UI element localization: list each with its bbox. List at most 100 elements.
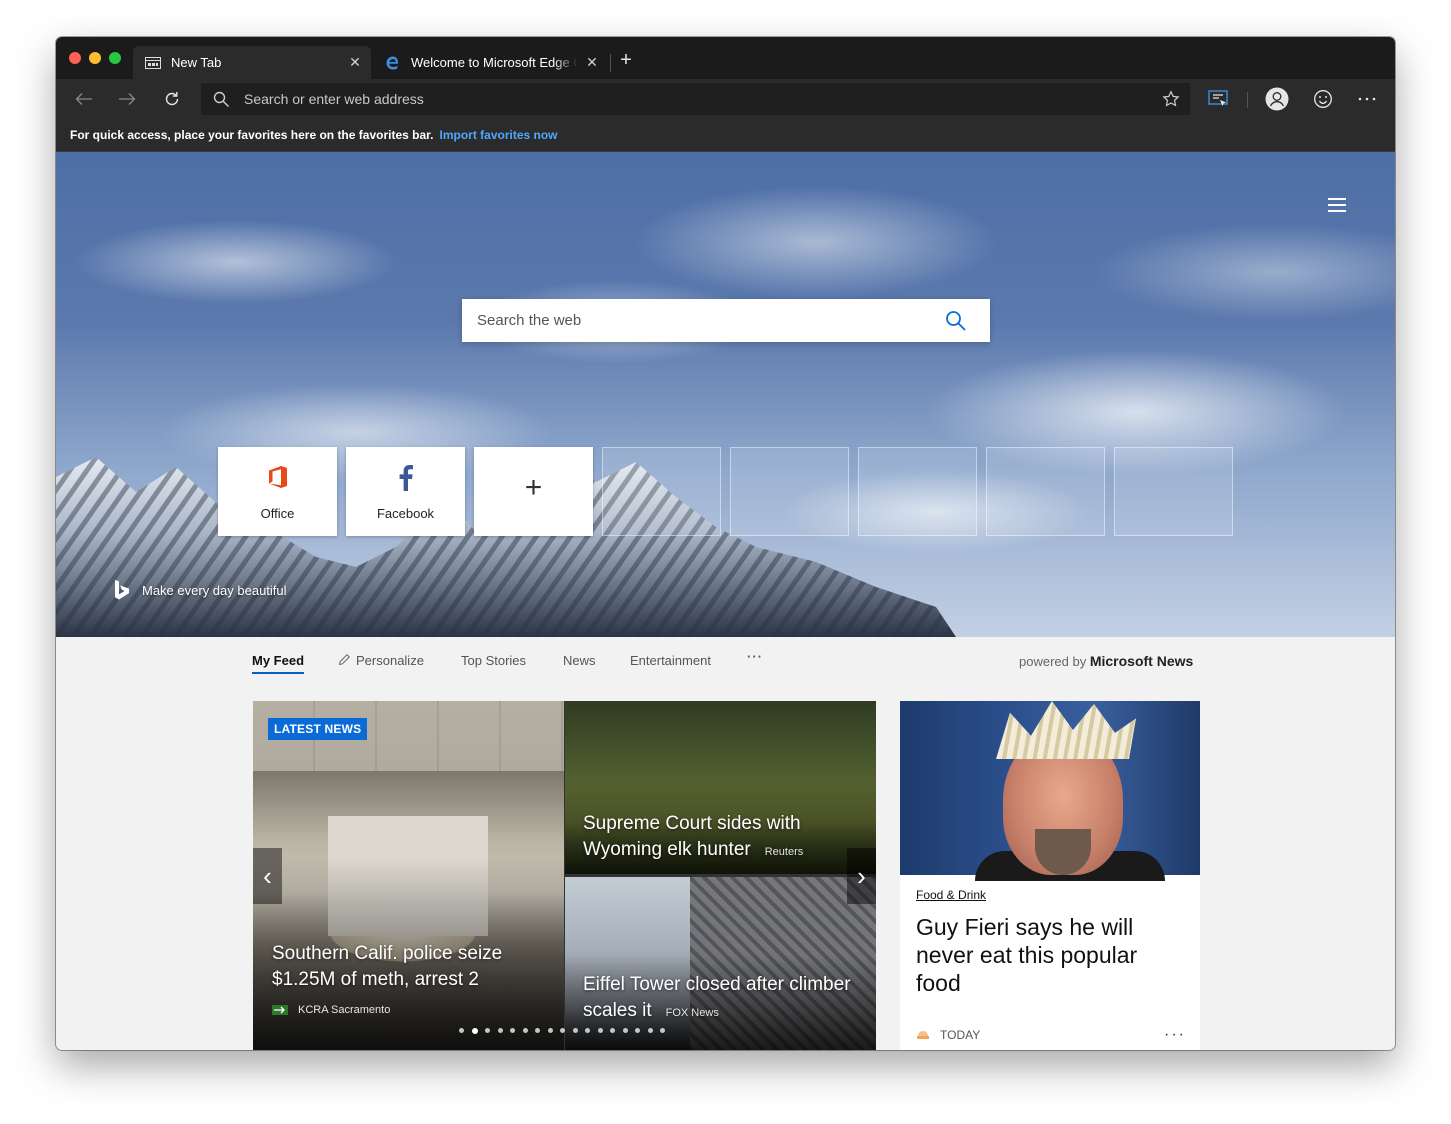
tab-my-feed[interactable]: My Feed	[252, 653, 305, 674]
refresh-button[interactable]	[158, 85, 186, 113]
tile-label: Facebook	[376, 506, 435, 521]
feedback-button[interactable]	[1309, 85, 1337, 113]
tab-personalize[interactable]: Personalize	[338, 653, 424, 668]
tab-welcome[interactable]: Welcome to Microsoft Edge Canary Channel…	[373, 46, 608, 79]
tab-top-stories[interactable]: Top Stories	[461, 653, 526, 668]
smiley-icon	[1314, 90, 1332, 108]
empty-tile[interactable]	[986, 447, 1105, 536]
carousel-dot[interactable]	[522, 1028, 528, 1033]
hamburger-menu-button[interactable]	[1326, 195, 1350, 215]
hero-background: Office Facebook + Make every day beautif…	[56, 152, 1395, 637]
story-card-elk[interactable]: Supreme Court sides with Wyoming elk hun…	[565, 701, 876, 874]
kcra-logo-icon	[272, 1005, 288, 1015]
carousel-dot[interactable]	[585, 1028, 590, 1033]
carousel-dot[interactable]	[471, 1028, 478, 1034]
close-window-button[interactable]	[69, 52, 81, 64]
add-icon: +	[524, 471, 543, 504]
carousel-dot[interactable]	[660, 1028, 665, 1033]
close-tab-icon[interactable]: ✕	[584, 54, 600, 71]
web-search-input[interactable]	[477, 299, 937, 342]
tile-facebook[interactable]: Facebook	[346, 447, 465, 536]
story-headline[interactable]: Guy Fieri says he will never eat this po…	[916, 913, 1176, 997]
new-tab-button[interactable]: +	[616, 50, 636, 72]
story-source-name: FOX News	[665, 1007, 719, 1019]
bing-logo-icon	[115, 580, 129, 600]
bing-image-info[interactable]: Make every day beautiful	[114, 580, 287, 600]
empty-tile[interactable]	[730, 447, 849, 536]
carousel-dot[interactable]	[610, 1028, 615, 1033]
close-tab-icon[interactable]: ✕	[347, 54, 363, 71]
collections-button[interactable]	[1204, 85, 1232, 113]
carousel-dot[interactable]	[535, 1028, 540, 1033]
carousel-dot[interactable]	[647, 1028, 653, 1033]
feed-navigation: My Feed Personalize Top Stories News Ent…	[56, 637, 1395, 687]
carousel-dot[interactable]	[497, 1028, 503, 1033]
story-card-meth[interactable]: LATEST NEWS Southern Calif. police seize…	[253, 701, 564, 1050]
tab-separator	[610, 54, 611, 72]
newtab-icon	[145, 56, 161, 70]
powered-by: powered by Microsoft News	[1019, 653, 1193, 669]
tab-entertainment[interactable]: Entertainment	[630, 653, 711, 668]
story-card-guy-fieri[interactable]: Food & Drink Guy Fieri says he will neve…	[900, 701, 1200, 1050]
more-feed-tabs-button[interactable]: ···	[747, 649, 763, 664]
story-source: KCRA Sacramento	[272, 1004, 390, 1016]
search-icon[interactable]	[945, 310, 966, 331]
zoom-window-button[interactable]	[109, 52, 121, 64]
back-button[interactable]	[70, 85, 98, 113]
tile-office[interactable]: Office	[218, 447, 337, 536]
carousel-dot[interactable]	[572, 1028, 578, 1033]
carousel-dot[interactable]	[622, 1028, 628, 1033]
avatar-icon	[1265, 87, 1289, 111]
story-category[interactable]: Food & Drink	[916, 888, 986, 902]
forward-button[interactable]	[113, 85, 141, 113]
import-favorites-link[interactable]: Import favorites now	[439, 128, 557, 142]
story-headline[interactable]: Eiffel Tower closed after climber scales…	[583, 972, 873, 1026]
story-headline[interactable]: Southern Calif. police seize $1.25M of m…	[272, 941, 552, 993]
carousel-prev-button[interactable]: ‹	[253, 848, 282, 904]
tab-title: New Tab	[171, 55, 222, 70]
carousel-dot[interactable]	[635, 1028, 640, 1033]
carousel-dot[interactable]	[560, 1028, 565, 1033]
empty-tile[interactable]	[858, 447, 977, 536]
office-icon	[218, 465, 337, 489]
profile-button[interactable]	[1263, 85, 1291, 113]
carousel-dots[interactable]	[459, 1028, 673, 1034]
story-card-eiffel[interactable]: Eiffel Tower closed after climber scales…	[565, 877, 876, 1050]
carousel-dot[interactable]	[547, 1028, 553, 1033]
microsoft-news-brand[interactable]: Microsoft News	[1090, 653, 1193, 669]
toolbar	[56, 79, 1395, 119]
story-footer: TODAY ···	[916, 1026, 1186, 1044]
carousel-next-button[interactable]: ›	[847, 848, 876, 904]
tab-personalize-label: Personalize	[356, 653, 424, 668]
story-headline[interactable]: Supreme Court sides with Wyoming elk hun…	[583, 811, 868, 865]
collections-icon	[1208, 90, 1228, 106]
browser-window: New Tab ✕ Welcome to Microsoft Edge Cana…	[56, 37, 1395, 1050]
chevron-right-icon: ›	[857, 860, 866, 891]
latest-news-badge: LATEST NEWS	[268, 718, 368, 740]
web-search-box[interactable]	[462, 299, 990, 342]
address-bar[interactable]	[201, 83, 1190, 115]
carousel-dot[interactable]	[459, 1028, 464, 1033]
add-site-tile[interactable]: +	[474, 447, 593, 536]
tab-new-tab[interactable]: New Tab ✕	[133, 46, 371, 79]
minimize-window-button[interactable]	[89, 52, 101, 64]
edge-icon	[385, 56, 401, 70]
story-source-name: Reuters	[764, 846, 804, 858]
empty-tile[interactable]	[602, 447, 721, 536]
story-time: TODAY	[940, 1028, 981, 1042]
tile-label: Office	[260, 506, 295, 521]
empty-tile[interactable]	[1114, 447, 1233, 536]
address-input[interactable]	[244, 83, 1144, 115]
carousel-dot[interactable]	[485, 1028, 490, 1033]
more-options-button[interactable]: ···	[1164, 1026, 1186, 1044]
settings-menu-button[interactable]	[1353, 85, 1381, 113]
carousel-dot[interactable]	[597, 1028, 603, 1033]
tab-news[interactable]: News	[563, 653, 596, 668]
favorites-bar: For quick access, place your favorites h…	[56, 119, 1395, 152]
chevron-left-icon: ‹	[263, 860, 272, 891]
favorite-star-icon[interactable]	[1162, 90, 1180, 108]
powered-by-prefix: powered by	[1019, 654, 1087, 669]
favorites-message: For quick access, place your favorites h…	[70, 128, 434, 142]
carousel-dot[interactable]	[510, 1028, 515, 1033]
back-arrow-icon	[75, 93, 92, 105]
